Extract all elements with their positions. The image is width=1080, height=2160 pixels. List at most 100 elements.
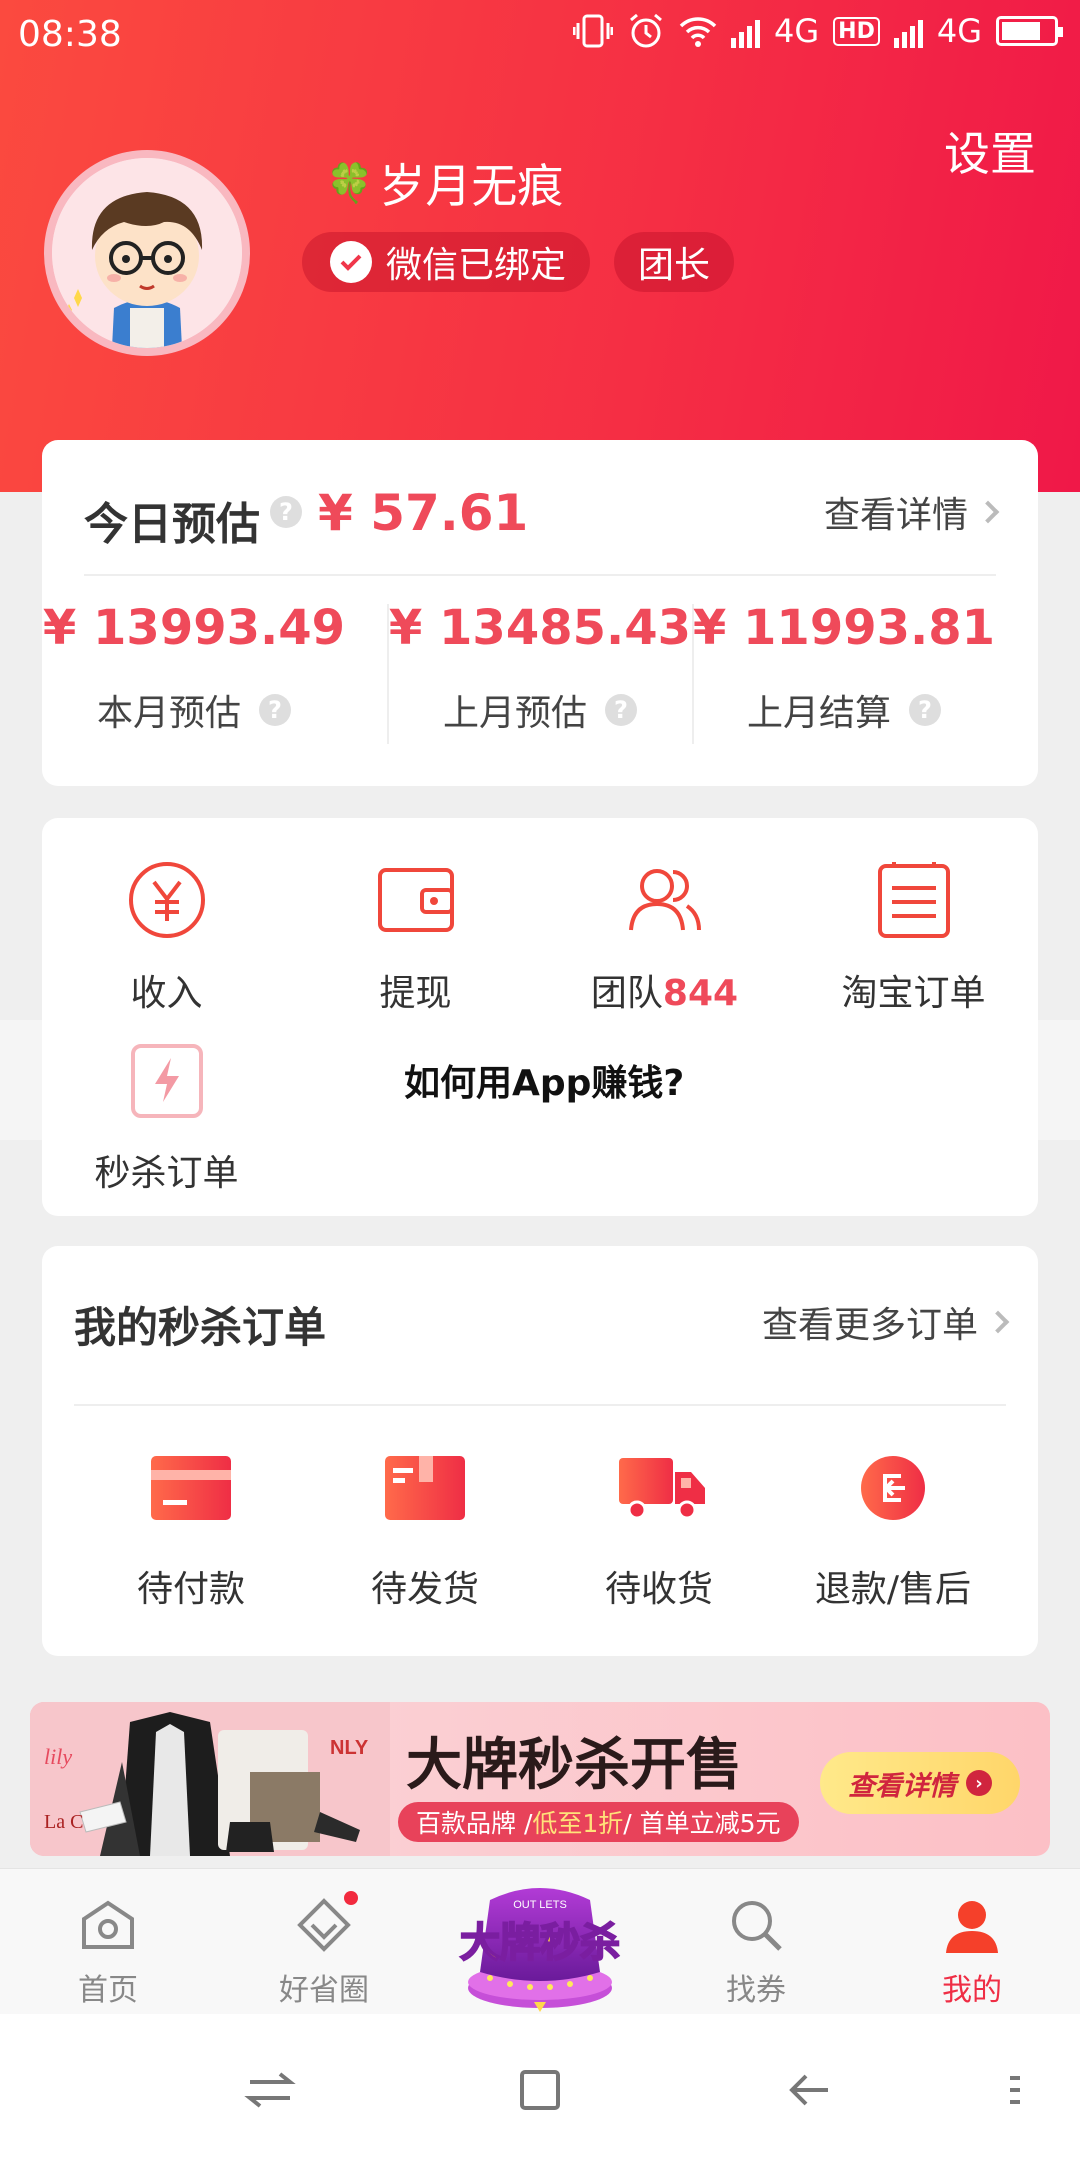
- home-icon: [78, 1895, 138, 1955]
- brand-text-lily: lily: [44, 1744, 72, 1769]
- today-estimate-value: ¥ 57.61: [318, 484, 529, 542]
- help-icon[interactable]: ?: [270, 496, 302, 528]
- stat-label: 本月预估: [96, 693, 241, 734]
- pending-payment-label: 待付款: [136, 1569, 245, 1610]
- signal-icon-2: [893, 14, 923, 48]
- banner-title: 大牌秒杀开售: [406, 1733, 742, 1798]
- taobao-orders-label: 淘宝订单: [841, 973, 986, 1014]
- pending-receipt-button[interactable]: 待收货: [542, 1456, 776, 1612]
- status-bar: 08:38 4G HD 4G: [0, 0, 1080, 70]
- banner-view-details-button[interactable]: 查看详情 ›: [820, 1752, 1020, 1814]
- tab-find-coupons[interactable]: 找券: [676, 1895, 836, 2009]
- tab-flash-sale[interactable]: OUT LETS 大牌秒杀: [450, 1880, 630, 2014]
- banner-product-image: lily La C NLY: [30, 1702, 390, 1856]
- center-tab-tagline: OUT LETS: [513, 1899, 567, 1911]
- tab-label: 找券: [726, 1973, 786, 2008]
- tab-savings-circle[interactable]: 好省圈: [244, 1891, 404, 2009]
- avatar[interactable]: [44, 150, 250, 356]
- nickname: 🍀 岁月无痕: [326, 150, 563, 216]
- tools-card: 收入 提现 团队844 淘宝订单 秒杀订单 如何用App赚钱?: [42, 818, 1038, 1216]
- flash-orders-card: 我的秒杀订单 查看更多订单 待付款 待发货 待收货 退款/售后: [42, 1246, 1038, 1656]
- pending-shipment-label: 待发货: [370, 1569, 479, 1610]
- view-details-label: 查看详情: [823, 495, 968, 536]
- divider: [84, 574, 996, 576]
- refund-after-sales-button[interactable]: 退款/售后: [776, 1456, 1010, 1612]
- wechat-bound-badge: 微信已绑定: [302, 232, 591, 292]
- view-more-orders-link[interactable]: 查看更多订单: [761, 1296, 1010, 1348]
- team-count: 844: [662, 973, 739, 1014]
- banner-subtitle: 百款品牌 / 低至1折 / 首单立减5元: [398, 1802, 799, 1842]
- flash-orders-label: 秒杀订单: [94, 1153, 239, 1194]
- flash-sale-banner[interactable]: lily La C NLY 大牌秒杀开售 百款品牌 / 低至1折 / 首单立减5…: [30, 1702, 1050, 1856]
- last-month-estimate-stat[interactable]: ¥ 13485.43 上月预估?: [388, 600, 692, 736]
- today-estimate-label: 今日预估: [84, 499, 260, 550]
- clover-icon: 🍀: [326, 160, 374, 205]
- hd-icon: HD: [833, 16, 880, 46]
- user-icon: [942, 1895, 1002, 1955]
- help-icon[interactable]: ?: [605, 694, 637, 726]
- how-to-earn-text[interactable]: 如何用App赚钱?: [404, 1054, 684, 1106]
- chevron-right-icon: ›: [966, 1770, 992, 1796]
- menu-dots-icon[interactable]: [1000, 2060, 1030, 2120]
- pending-payment-button[interactable]: 待付款: [74, 1456, 308, 1612]
- income-button[interactable]: 收入: [42, 860, 291, 1016]
- month-estimate-stat[interactable]: ¥ 13993.49 本月预估?: [42, 600, 346, 736]
- wifi-icon: [679, 17, 717, 47]
- battery-icon: [996, 16, 1063, 46]
- view-more-orders-label: 查看更多订单: [761, 1305, 978, 1346]
- team-label-text: 团队: [590, 973, 663, 1014]
- brand-text-left: La C: [44, 1811, 83, 1833]
- team-label: 团队844: [540, 964, 789, 1016]
- income-label: 收入: [130, 973, 203, 1014]
- flash-order-icon: [127, 1040, 207, 1120]
- banner-button-label: 查看详情: [848, 1770, 956, 1802]
- tab-label: 我的: [942, 1973, 1002, 2008]
- taobao-orders-button[interactable]: 淘宝订单: [789, 860, 1038, 1016]
- earnings-card: 今日预估 ? ¥ 57.61 查看详情 ¥ 13993.49 本月预估? ¥ 1…: [42, 440, 1038, 786]
- avatar-illustration: [52, 158, 242, 348]
- alarm-icon: [630, 13, 662, 48]
- view-details-link[interactable]: 查看详情: [823, 486, 1000, 538]
- back-icon[interactable]: [780, 2060, 840, 2120]
- brand-text-right: NLY: [330, 1737, 369, 1759]
- stat-label: 上月预估: [442, 693, 587, 734]
- last-month-settled-stat[interactable]: ¥ 11993.81 上月结算?: [692, 600, 996, 736]
- tab-label: 好省圈: [279, 1973, 369, 2008]
- tab-home[interactable]: 首页: [28, 1895, 188, 2009]
- withdraw-button[interactable]: 提现: [291, 860, 540, 1016]
- wallet-icon: [376, 860, 456, 940]
- system-navigation-bar: [0, 2014, 1080, 2160]
- card-icon: [151, 1456, 231, 1520]
- pending-shipment-button[interactable]: 待发货: [308, 1456, 542, 1612]
- banner-sub-highlight: 低至1折: [532, 1809, 624, 1838]
- chevron-right-icon: [976, 500, 1000, 524]
- section-title: 我的秒杀订单: [74, 1303, 327, 1352]
- circle-icon: [294, 1891, 358, 1955]
- truck-icon: [619, 1456, 705, 1520]
- network-type-2: 4G: [936, 12, 982, 50]
- nickname-text: 岁月无痕: [379, 159, 564, 213]
- team-button[interactable]: 团队844: [540, 860, 789, 1016]
- help-icon[interactable]: ?: [909, 694, 941, 726]
- help-icon[interactable]: ?: [259, 694, 291, 726]
- tab-label: 首页: [78, 1973, 138, 2008]
- flash-orders-button[interactable]: 秒杀订单: [42, 1040, 291, 1196]
- stat-label: 上月结算: [746, 693, 891, 734]
- banner-sub-suffix: / 首单立减5元: [623, 1809, 781, 1838]
- stat-value: ¥ 13485.43: [388, 600, 692, 656]
- network-type-1: 4G: [774, 12, 820, 50]
- team-icon: [625, 860, 705, 940]
- tab-mine[interactable]: 我的: [892, 1895, 1052, 2009]
- wechat-bound-label: 微信已绑定: [386, 245, 567, 286]
- divider: [74, 1404, 1006, 1406]
- order-list-icon: [874, 860, 954, 940]
- pending-receipt-label: 待收货: [604, 1569, 713, 1610]
- status-icons: 4G HD 4G: [573, 12, 1063, 50]
- switch-icon[interactable]: [240, 2060, 300, 2120]
- center-tab-label: 大牌秒杀: [460, 1920, 620, 1966]
- status-time: 08:38: [18, 14, 122, 55]
- settings-button[interactable]: 设置: [944, 118, 1036, 184]
- refund-after-sales-label: 退款/售后: [814, 1569, 972, 1610]
- check-icon: [330, 241, 372, 283]
- home-square-icon[interactable]: [510, 2060, 570, 2120]
